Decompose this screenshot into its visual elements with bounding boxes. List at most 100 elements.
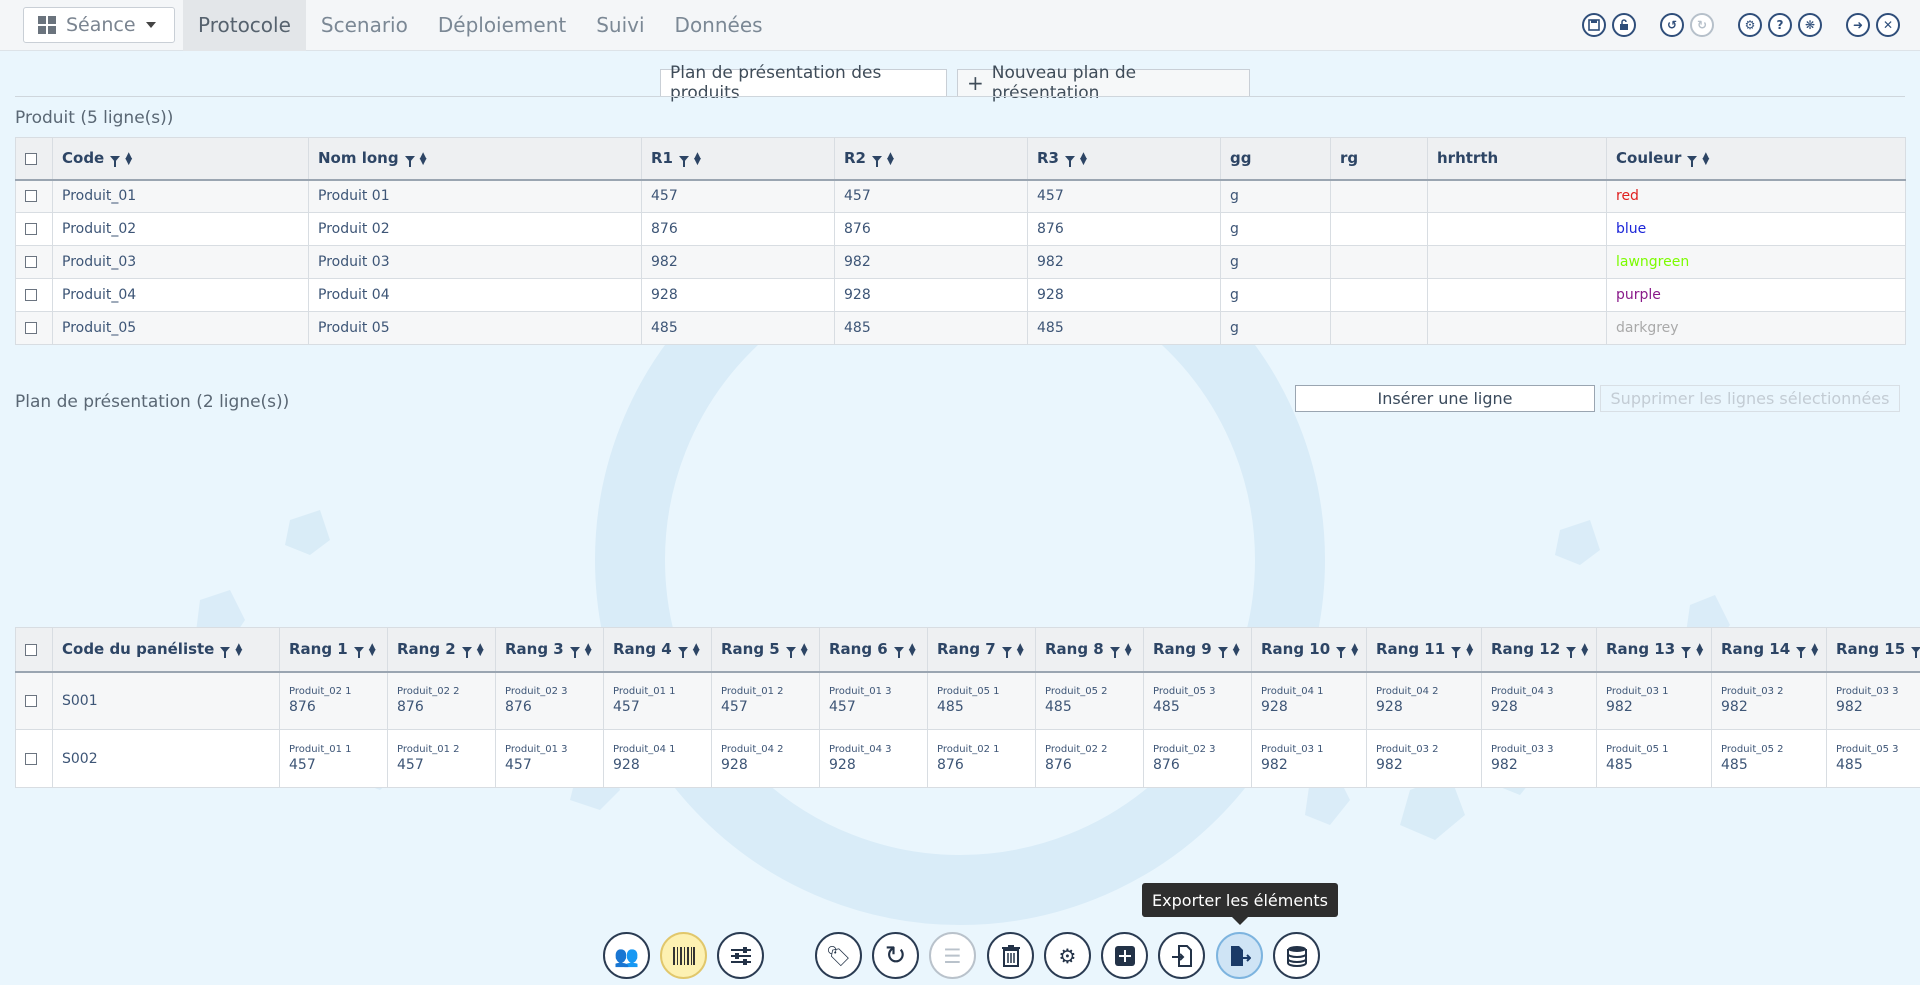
- filter-icon[interactable]: [1336, 647, 1347, 659]
- cell-rang[interactable]: Produit_05 3 485: [1826, 729, 1920, 788]
- filter-icon[interactable]: [1065, 156, 1075, 168]
- filter-icon[interactable]: [353, 647, 364, 659]
- col-header-rang-8[interactable]: Rang 8 ▲ ▼: [1035, 627, 1144, 673]
- table-row[interactable]: Produit_04 Produit 04 928 928 928 g purple: [15, 278, 1906, 312]
- row-checkbox[interactable]: [15, 212, 53, 246]
- filter-icon[interactable]: [1001, 647, 1012, 659]
- row-checkbox[interactable]: [15, 311, 53, 345]
- cell-rang[interactable]: Produit_04 3 928: [819, 729, 928, 788]
- refresh-button[interactable]: ↻: [872, 932, 919, 979]
- col-header-r3[interactable]: R3 ▲ ▼: [1027, 137, 1221, 181]
- col-header-rang-10[interactable]: Rang 10 ▲ ▼: [1251, 627, 1367, 673]
- sort-icon[interactable]: ▲ ▼: [1125, 642, 1133, 657]
- barcode-button[interactable]: [660, 932, 707, 979]
- bug-icon[interactable]: ❋: [1798, 13, 1822, 37]
- filter-icon[interactable]: [404, 156, 415, 168]
- cell-rang[interactable]: Produit_03 3 982: [1481, 729, 1597, 788]
- sort-icon[interactable]: ▲ ▼: [477, 642, 485, 657]
- table-row[interactable]: Produit_05 Produit 05 485 485 485 g darkgrey: [15, 311, 1906, 345]
- col-header-code[interactable]: Code ▲ ▼: [52, 137, 309, 181]
- col-header-nom-long[interactable]: Nom long ▲ ▼: [308, 137, 642, 181]
- filter-icon[interactable]: [1109, 647, 1120, 659]
- col-header-r2[interactable]: R2 ▲ ▼: [834, 137, 1028, 181]
- sort-icon[interactable]: ▲ ▼: [1080, 151, 1088, 166]
- cell-rang[interactable]: Produit_02 1 876: [927, 729, 1036, 788]
- undo-icon[interactable]: ↺: [1660, 13, 1684, 37]
- cell-rang[interactable]: Produit_04 3 928: [1481, 671, 1597, 730]
- sort-icon[interactable]: ▲ ▼: [1233, 642, 1241, 657]
- cell-rang[interactable]: Produit_05 3 485: [1143, 671, 1252, 730]
- list-button[interactable]: ☰: [929, 932, 976, 979]
- filter-icon[interactable]: [569, 647, 580, 659]
- col-header-rang-14[interactable]: Rang 14 ▲ ▼: [1711, 627, 1827, 673]
- sliders-button[interactable]: [717, 932, 764, 979]
- filter-icon[interactable]: [220, 647, 231, 659]
- tab-suivi[interactable]: Suivi: [581, 0, 659, 51]
- filter-icon[interactable]: [110, 156, 121, 168]
- trash-button[interactable]: [987, 932, 1034, 979]
- cell-rang[interactable]: Produit_05 2 485: [1711, 729, 1827, 788]
- filter-icon[interactable]: [1911, 647, 1920, 659]
- settings-icon[interactable]: ⚙: [1738, 13, 1762, 37]
- sort-icon[interactable]: ▲ ▼: [1466, 642, 1474, 657]
- sort-icon[interactable]: ▲ ▼: [235, 642, 243, 657]
- table-row[interactable]: S001 Produit_02 1 876 Produit_02 2 876 Produi…: [15, 671, 1920, 730]
- cell-rang[interactable]: Produit_01 1 457: [279, 729, 388, 788]
- select-all-checkbox[interactable]: [15, 137, 53, 181]
- row-checkbox[interactable]: [15, 671, 53, 730]
- sort-icon[interactable]: ▲ ▼: [694, 151, 702, 166]
- unlock-icon[interactable]: [1612, 13, 1636, 37]
- col-header-rang-5[interactable]: Rang 5 ▲ ▼: [711, 627, 820, 673]
- filter-icon[interactable]: [1451, 647, 1462, 659]
- database-button[interactable]: [1273, 932, 1320, 979]
- close-icon[interactable]: ✕: [1876, 13, 1900, 37]
- cell-rang[interactable]: Produit_02 3 876: [1143, 729, 1252, 788]
- filter-icon[interactable]: [679, 156, 689, 168]
- row-checkbox[interactable]: [15, 729, 53, 788]
- sort-icon[interactable]: ▲ ▼: [909, 642, 917, 657]
- sort-icon[interactable]: ▲ ▼: [693, 642, 701, 657]
- col-header-r1[interactable]: R1 ▲ ▼: [641, 137, 835, 181]
- cell-rang[interactable]: Produit_01 3 457: [495, 729, 604, 788]
- col-header-rang-3[interactable]: Rang 3 ▲ ▼: [495, 627, 604, 673]
- col-header-rang-12[interactable]: Rang 12 ▲ ▼: [1481, 627, 1597, 673]
- col-header-rang-1[interactable]: Rang 1 ▲ ▼: [279, 627, 388, 673]
- filter-icon[interactable]: [1687, 156, 1698, 168]
- save-icon[interactable]: [1582, 13, 1606, 37]
- cell-rang[interactable]: Produit_01 2 457: [387, 729, 496, 788]
- new-plan-button[interactable]: + Nouveau plan de présentation: [957, 63, 1250, 103]
- cell-rang[interactable]: Produit_04 2 928: [711, 729, 820, 788]
- sort-icon[interactable]: ▲ ▼: [1702, 151, 1710, 166]
- cell-rang[interactable]: Produit_02 2 876: [387, 671, 496, 730]
- row-checkbox[interactable]: [15, 245, 53, 279]
- insert-row-button[interactable]: Insérer une ligne: [1295, 385, 1595, 412]
- users-button[interactable]: 👥: [603, 932, 650, 979]
- tab-donnees[interactable]: Données: [660, 0, 778, 51]
- cell-rang[interactable]: Produit_03 1 982: [1596, 671, 1712, 730]
- cell-rang[interactable]: Produit_01 3 457: [819, 671, 928, 730]
- sort-icon[interactable]: ▲ ▼: [1581, 642, 1589, 657]
- sort-icon[interactable]: ▲ ▼: [801, 642, 809, 657]
- filter-icon[interactable]: [1681, 647, 1692, 659]
- cell-rang[interactable]: Produit_04 2 928: [1366, 671, 1482, 730]
- filter-icon[interactable]: [461, 647, 472, 659]
- cell-rang[interactable]: Produit_02 2 876: [1035, 729, 1144, 788]
- row-checkbox[interactable]: [15, 179, 53, 213]
- import-button[interactable]: [1158, 932, 1205, 979]
- sort-icon[interactable]: ▲ ▼: [1351, 642, 1359, 657]
- filter-icon[interactable]: [1796, 647, 1807, 659]
- cell-rang[interactable]: Produit_03 1 982: [1251, 729, 1367, 788]
- filter-icon[interactable]: [785, 647, 796, 659]
- help-icon[interactable]: ?: [1768, 13, 1792, 37]
- cogs-button[interactable]: ⚙: [1044, 932, 1091, 979]
- cell-rang[interactable]: Produit_01 2 457: [711, 671, 820, 730]
- filter-icon[interactable]: [1217, 647, 1228, 659]
- cell-rang[interactable]: Produit_02 1 876: [279, 671, 388, 730]
- cell-rang[interactable]: Produit_02 3 876: [495, 671, 604, 730]
- sort-icon[interactable]: ▲ ▼: [1811, 642, 1819, 657]
- col-header-couleur[interactable]: Couleur ▲ ▼: [1606, 137, 1906, 181]
- filter-icon[interactable]: [1566, 647, 1577, 659]
- filter-icon[interactable]: [677, 647, 688, 659]
- cell-rang[interactable]: Produit_04 1 928: [1251, 671, 1367, 730]
- row-checkbox[interactable]: [15, 278, 53, 312]
